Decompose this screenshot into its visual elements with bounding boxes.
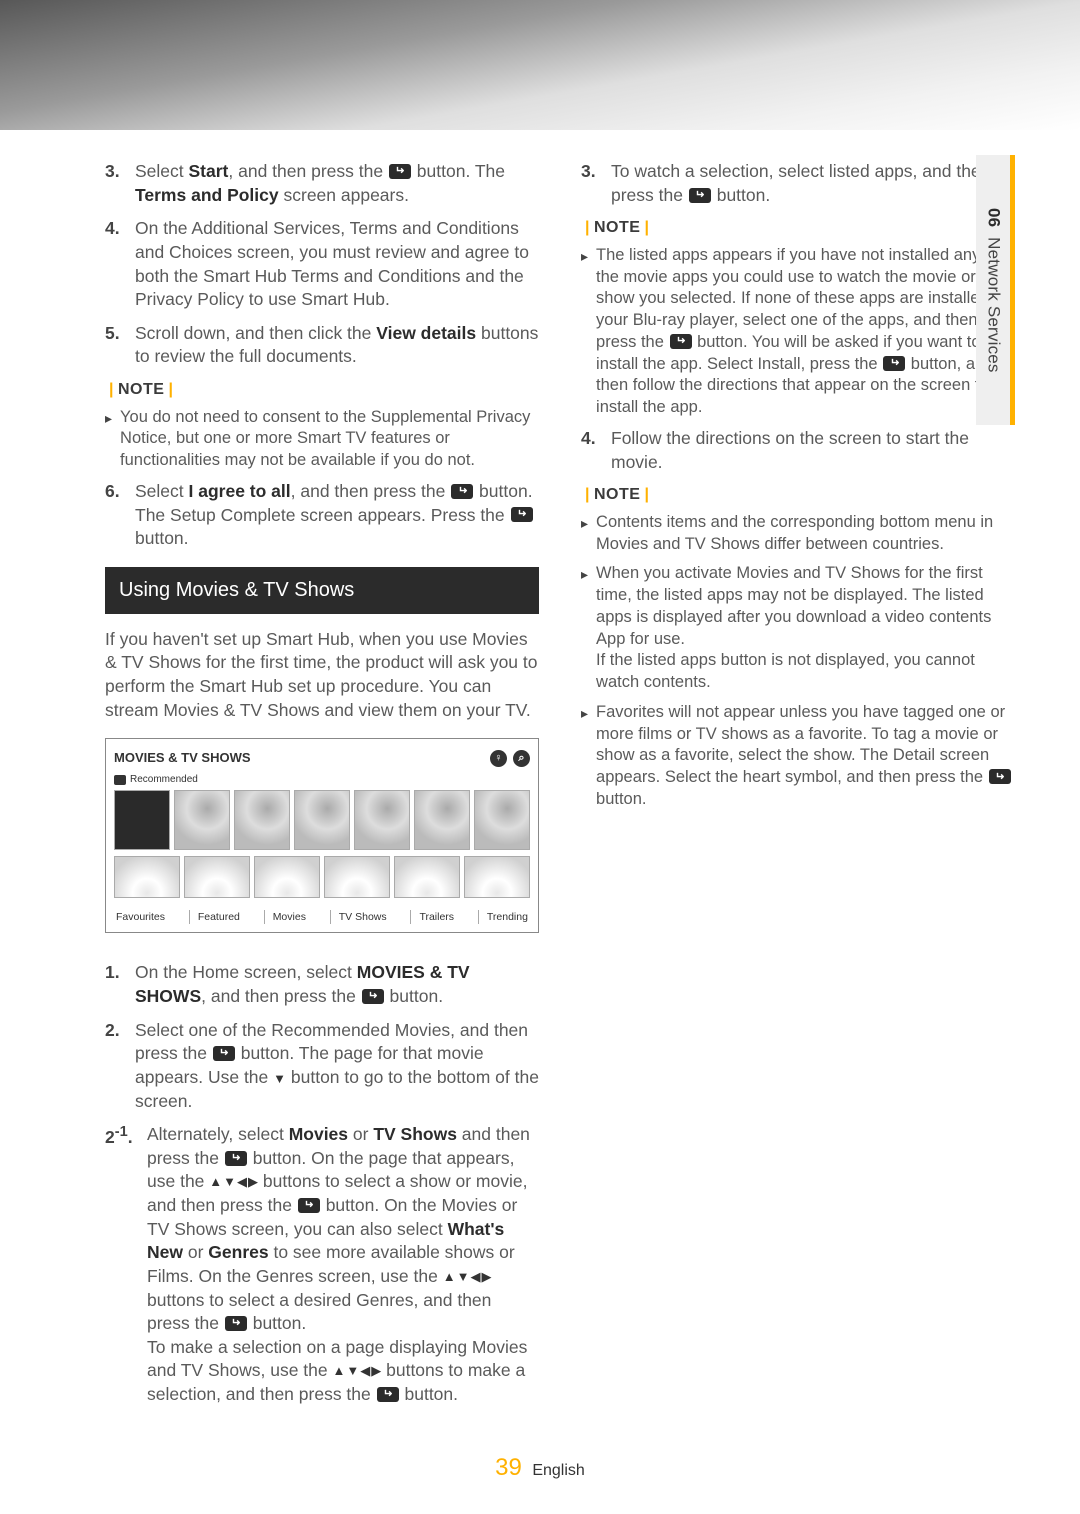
side-tab: 06 Network Services [976,155,1015,425]
enter-icon [689,188,711,203]
thumb [294,790,350,850]
step-3-body: Select Start, and then press the button.… [135,160,539,207]
enter-icon [298,1198,320,1213]
note-bullet: You do not need to consent to the Supple… [105,407,539,472]
enter-icon [883,356,905,371]
section-intro: If you haven't set up Smart Hub, when yo… [105,628,539,723]
note-bullet: When you activate Movies and TV Shows fo… [581,563,1015,694]
thumb-sm [184,856,250,898]
header-gradient [0,0,1080,130]
screenshot-movies-tv: MOVIES & TV SHOWS ♀ ⌕ Recommended [105,738,539,933]
note-bullet: Contents items and the corresponding bot… [581,512,1015,556]
enter-icon [989,769,1011,784]
using-step-4: 4. Follow the directions on the screen t… [581,427,1015,474]
step-6-body: Select I agree to all, and then press th… [135,480,539,551]
using-step-2-1: 2-1. Alternately, select Movies or TV Sh… [105,1123,539,1407]
enter-icon [225,1316,247,1331]
enter-icon [451,484,473,499]
page-lang: English [532,1462,584,1479]
step-num-2-1: 2-1. [105,1123,147,1407]
using-step-3: 3. To watch a selection, select listed a… [581,160,1015,207]
using-step-2: 2. Select one of the Recommended Movies,… [105,1019,539,1114]
enter-icon [377,1387,399,1402]
note-label: NOTE [581,484,1015,506]
step-6: 6. Select I agree to all, and then press… [105,480,539,551]
note-bullet-body: Favorites will not appear unless you hav… [596,702,1015,811]
using-step-1-body: On the Home screen, select MOVIES & TV S… [135,961,539,1008]
using-step-1: 1. On the Home screen, select MOVIES & T… [105,961,539,1008]
thumb [354,790,410,850]
thumb [234,790,290,850]
dpad-icon: ▲▼◀▶ [443,1270,492,1283]
enter-icon [213,1046,235,1061]
search-icon: ⌕ [513,750,530,767]
side-tab-title: Network Services [984,237,1003,372]
down-arrow-icon: ▼ [273,1070,286,1088]
step-5: 5. Scroll down, and then click the View … [105,322,539,369]
shot-title: MOVIES & TV SHOWS [114,749,251,767]
enter-icon [225,1151,247,1166]
thumb [414,790,470,850]
page-number: 39 [495,1454,522,1481]
note-bullet: Favorites will not appear unless you hav… [581,702,1015,811]
using-step-2-1-body: Alternately, select Movies or TV Shows a… [147,1123,539,1407]
thumb [174,790,230,850]
side-tab-num: 06 [984,208,1003,227]
note-bullet: The listed apps appears if you have not … [581,245,1015,419]
page-footer: 39 English [0,1452,1080,1484]
enter-icon [389,164,411,179]
step-5-body: Scroll down, and then click the View det… [135,322,539,369]
enter-icon [511,507,533,522]
thumb-sm [254,856,320,898]
shot-tabs: Favourites Featured Movies TV Shows Trai… [114,904,530,924]
dpad-icon: ▲▼◀▶ [209,1175,258,1188]
note-bullet-body: The listed apps appears if you have not … [596,245,1015,419]
using-step-3-body: To watch a selection, select listed apps… [611,160,1015,207]
note-bullet-body: When you activate Movies and TV Shows fo… [596,563,1015,694]
thumb-sm [394,856,460,898]
thumb [114,790,170,850]
thumb-sm [324,856,390,898]
section-heading: Using Movies & TV Shows [105,567,539,614]
using-step-2-body: Select one of the Recommended Movies, an… [135,1019,539,1114]
note-label: NOTE [105,379,539,401]
step-4: 4. On the Additional Services, Terms and… [105,217,539,312]
recommended-icon [114,775,126,785]
enter-icon [670,334,692,349]
note-label: NOTE [581,217,1015,239]
dpad-icon: ▲▼◀▶ [333,1364,382,1377]
account-icon: ♀ [490,750,507,767]
step-3: 3. Select Start, and then press the butt… [105,160,539,207]
thumb-sm [114,856,180,898]
enter-icon [362,989,384,1004]
thumb [474,790,530,850]
thumb-sm [464,856,530,898]
